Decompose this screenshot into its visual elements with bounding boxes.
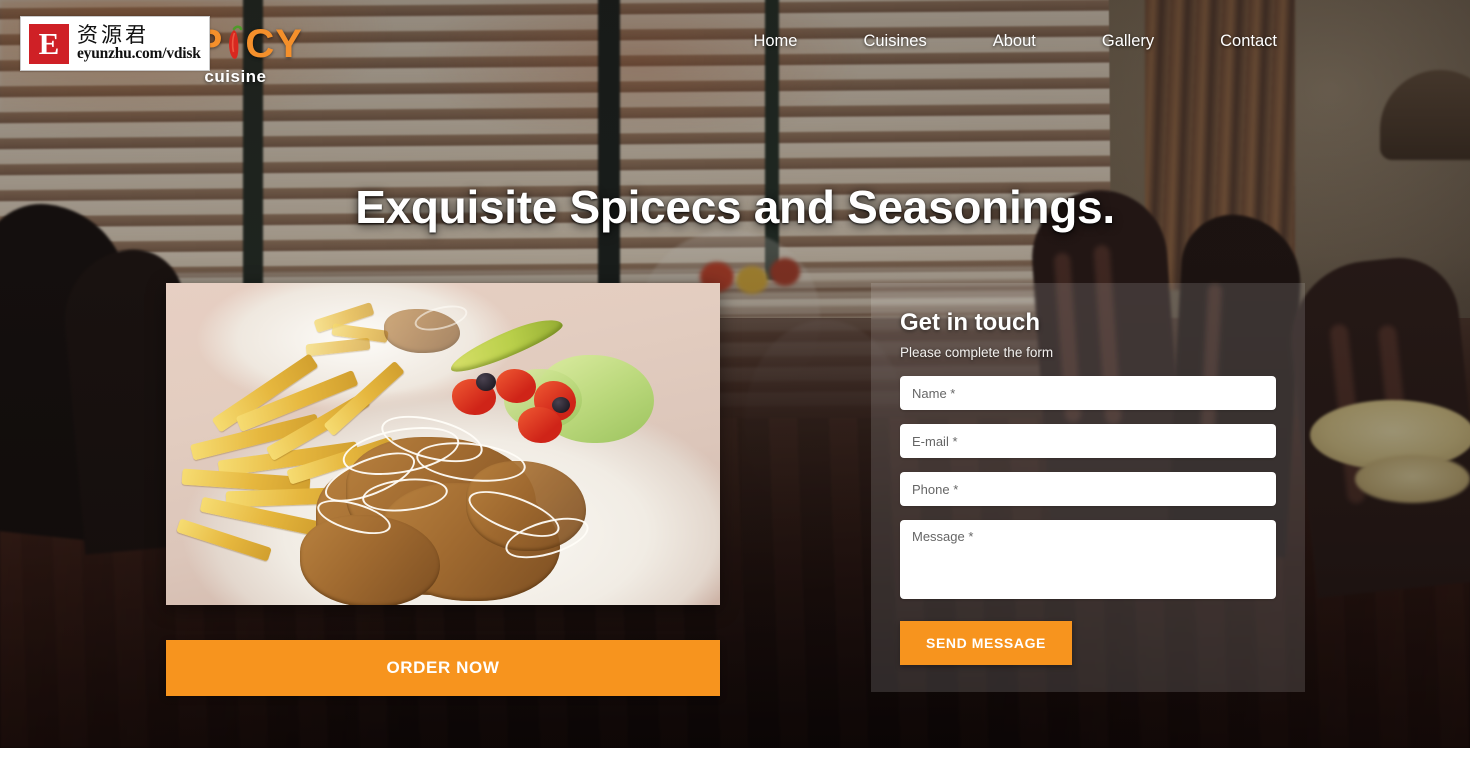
food-image bbox=[166, 283, 720, 605]
watermark-chinese-text: 资源君 bbox=[77, 23, 149, 48]
form-subtitle: Please complete the form bbox=[900, 345, 1054, 360]
chili-pepper-icon bbox=[223, 24, 245, 64]
contact-form-panel: Get in touch Please complete the form SE… bbox=[871, 283, 1305, 692]
main-navigation: Home Cuisines About Gallery Contact bbox=[720, 32, 1310, 51]
hero-title: Exquisite Spicecs and Seasonings. bbox=[355, 181, 1115, 233]
message-input[interactable] bbox=[900, 520, 1276, 599]
email-input[interactable] bbox=[900, 424, 1276, 458]
hero-section: SP CY cuisine Home Cuisines About Galler… bbox=[0, 0, 1470, 748]
nav-item-cuisines[interactable]: Cuisines bbox=[830, 32, 959, 51]
order-now-button[interactable]: ORDER NOW bbox=[166, 640, 720, 696]
name-input[interactable] bbox=[900, 376, 1276, 410]
form-title: Get in touch bbox=[900, 309, 1040, 336]
logo-word-suffix: CY bbox=[245, 22, 303, 66]
send-message-button[interactable]: SEND MESSAGE bbox=[900, 621, 1072, 665]
site-header: SP CY cuisine Home Cuisines About Galler… bbox=[0, 0, 1470, 90]
watermark-url: eyunzhu.com/vdisk bbox=[77, 45, 201, 63]
logo-tagline: cuisine bbox=[204, 67, 267, 86]
watermark-text: 资源君 eyunzhu.com/vdisk bbox=[77, 24, 201, 62]
nav-item-about[interactable]: About bbox=[960, 32, 1069, 51]
nav-item-contact[interactable]: Contact bbox=[1187, 32, 1310, 51]
watermark-logo-badge: E bbox=[29, 23, 69, 64]
nav-item-gallery[interactable]: Gallery bbox=[1069, 32, 1187, 51]
page-bottom-area bbox=[0, 748, 1470, 780]
watermark-overlay: E 资源君 eyunzhu.com/vdisk bbox=[20, 16, 210, 71]
phone-input[interactable] bbox=[900, 472, 1276, 506]
nav-item-home[interactable]: Home bbox=[720, 32, 830, 51]
